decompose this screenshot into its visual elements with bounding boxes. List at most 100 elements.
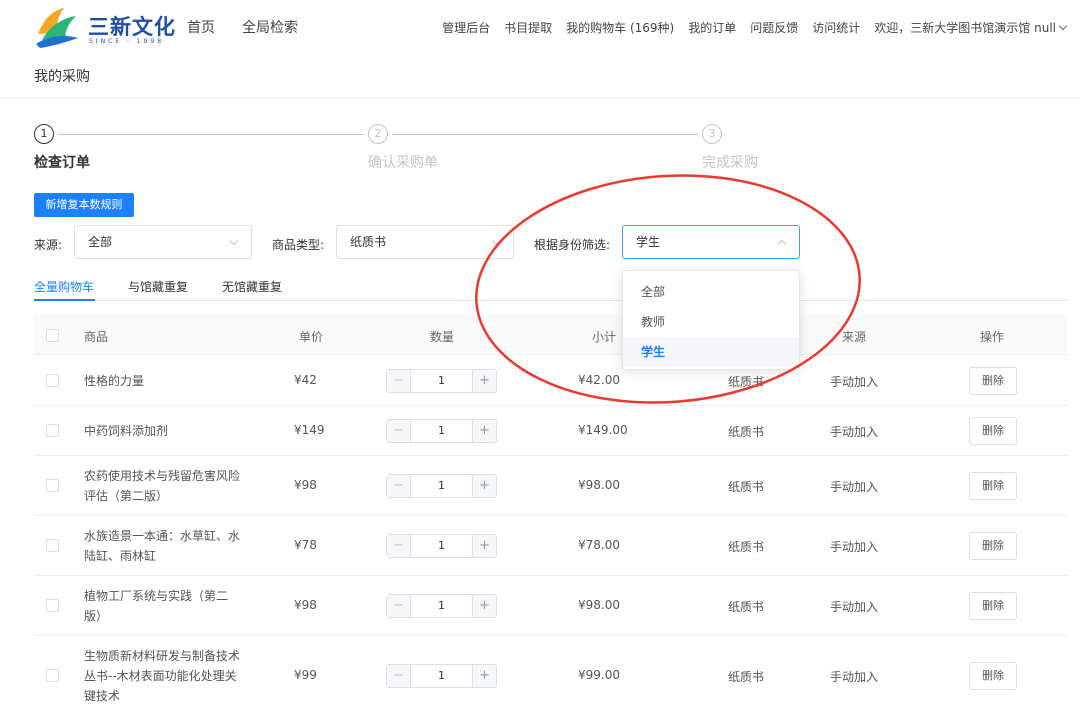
step-connector xyxy=(58,134,364,135)
identity-dropdown: 全部 教师 学生 xyxy=(622,270,800,370)
delete-button[interactable]: 删除 xyxy=(969,532,1017,560)
col-product: 商品 xyxy=(84,330,109,344)
quantity-stepper: −1 + xyxy=(386,534,497,558)
minus-icon[interactable]: − xyxy=(387,475,411,497)
type-filter-label: 商品类型: xyxy=(272,238,325,252)
top-header: 三新文化 SINCE · 1998 首页 全局检索 管理后台 书目提取 我的购物… xyxy=(0,0,1080,98)
minus-icon[interactable]: − xyxy=(387,535,411,557)
source-filter-label: 来源: xyxy=(34,238,63,252)
unit-price: ¥99 xyxy=(294,668,317,682)
quantity-value[interactable]: 1 xyxy=(411,420,472,442)
subtotal: ¥42.00 xyxy=(578,373,620,387)
row-checkbox[interactable] xyxy=(46,669,59,682)
type-select[interactable]: 纸质书 xyxy=(336,225,514,259)
table-row: 生物质新材料研发与制备技术丛书--木材表面功能化处理关键技术 ¥99 −1 + ¥99.… xyxy=(34,636,1067,715)
subtotal: ¥98.00 xyxy=(578,598,620,612)
unit-price: ¥98 xyxy=(294,478,317,492)
plus-icon[interactable]: + xyxy=(472,535,496,557)
unit-price: ¥78 xyxy=(294,538,317,552)
identity-select[interactable]: 学生 xyxy=(622,225,800,259)
tab-full-cart[interactable]: 全量购物车 xyxy=(34,278,94,295)
nav-cart[interactable]: 我的购物车 (169种) xyxy=(566,19,674,36)
plus-icon[interactable]: + xyxy=(472,475,496,497)
product-name[interactable]: 中药饲料添加剂 xyxy=(84,421,244,441)
identity-option-student[interactable]: 学生 xyxy=(623,337,799,367)
nav-global-search[interactable]: 全局检索 xyxy=(242,17,298,37)
step-2-icon: 2 xyxy=(368,124,388,144)
subtotal: ¥99.00 xyxy=(578,668,620,682)
delete-button[interactable]: 删除 xyxy=(969,417,1017,445)
quantity-stepper: −1 + xyxy=(386,594,497,618)
step-2-label: 确认采购单 xyxy=(368,155,438,171)
quantity-value[interactable]: 1 xyxy=(411,665,472,687)
col-quantity: 数量 xyxy=(430,330,455,344)
minus-icon[interactable]: − xyxy=(387,595,411,617)
delete-button[interactable]: 删除 xyxy=(969,592,1017,620)
quantity-value[interactable]: 1 xyxy=(411,475,472,497)
brand-name: 三新文化 xyxy=(88,15,176,39)
row-checkbox[interactable] xyxy=(46,424,59,437)
col-subtotal: 小计 xyxy=(592,330,617,344)
product-name[interactable]: 农药使用技术与残留危害风险评估（第二版） xyxy=(84,466,244,506)
delete-button[interactable]: 删除 xyxy=(969,472,1017,500)
quantity-stepper: −1 + xyxy=(386,369,497,393)
row-checkbox[interactable] xyxy=(46,479,59,492)
row-checkbox[interactable] xyxy=(46,539,59,552)
tab-divider xyxy=(34,300,1067,301)
chevron-down-icon xyxy=(491,236,501,246)
plus-icon[interactable]: + xyxy=(472,420,496,442)
col-source: 来源 xyxy=(842,330,867,344)
delete-button[interactable]: 删除 xyxy=(969,367,1017,395)
nav-visit-stats[interactable]: 访问统计 xyxy=(812,19,860,36)
step-1-icon: 1 xyxy=(34,124,54,144)
chevron-down-icon xyxy=(229,236,239,246)
user-menu[interactable]: 欢迎，三新大学图书馆演示馆 null xyxy=(874,19,1068,36)
identity-option-teacher[interactable]: 教师 xyxy=(623,307,799,337)
quantity-value[interactable]: 1 xyxy=(411,535,472,557)
select-all-checkbox[interactable] xyxy=(46,329,59,342)
nav-my-orders[interactable]: 我的订单 xyxy=(688,19,736,36)
col-price: 单价 xyxy=(299,330,324,344)
identity-select-value: 学生 xyxy=(636,235,661,249)
plus-icon[interactable]: + xyxy=(472,595,496,617)
chevron-up-icon xyxy=(777,239,787,249)
table-row: 性格的力量 ¥42 −1 + ¥42.00 纸质书 手动加入 删除 xyxy=(34,356,1067,406)
quantity-value[interactable]: 1 xyxy=(411,595,472,617)
plus-icon[interactable]: + xyxy=(472,370,496,392)
minus-icon[interactable]: − xyxy=(387,665,411,687)
unit-price: ¥42 xyxy=(294,373,317,387)
step-3-label: 完成采购 xyxy=(702,155,758,171)
tab-no-collection-duplicate[interactable]: 无馆藏重复 xyxy=(222,278,282,295)
add-copy-rule-button[interactable]: 新增复本数规则 xyxy=(34,193,134,217)
product-type: 纸质书 xyxy=(728,670,765,684)
type-select-value: 纸质书 xyxy=(350,235,387,249)
delete-button[interactable]: 删除 xyxy=(969,662,1017,690)
nav-home[interactable]: 首页 xyxy=(187,17,215,37)
active-tab-indicator xyxy=(34,299,95,301)
chevron-down-icon xyxy=(1058,21,1068,31)
plus-icon[interactable]: + xyxy=(472,665,496,687)
tab-duplicate-with-collection[interactable]: 与馆藏重复 xyxy=(128,278,188,295)
quantity-value[interactable]: 1 xyxy=(411,370,472,392)
product-name[interactable]: 植物工厂系统与实践（第二版） xyxy=(84,586,244,626)
nav-feedback[interactable]: 问题反馈 xyxy=(750,19,798,36)
step-3-icon: 3 xyxy=(702,124,722,144)
product-type: 纸质书 xyxy=(728,375,765,389)
source: 手动加入 xyxy=(830,375,879,389)
minus-icon[interactable]: − xyxy=(387,370,411,392)
logo-icon xyxy=(36,8,78,48)
source-select[interactable]: 全部 xyxy=(74,225,252,259)
unit-price: ¥98 xyxy=(294,598,317,612)
minus-icon[interactable]: − xyxy=(387,420,411,442)
brand-tagline: SINCE · 1998 xyxy=(89,38,165,45)
quantity-stepper: −1 + xyxy=(386,474,497,498)
product-name[interactable]: 生物质新材料研发与制备技术丛书--木材表面功能化处理关键技术 xyxy=(84,646,244,706)
row-checkbox[interactable] xyxy=(46,599,59,612)
nav-catalog-extract[interactable]: 书目提取 xyxy=(504,19,552,36)
product-name[interactable]: 性格的力量 xyxy=(84,371,244,391)
table-row: 植物工厂系统与实践（第二版） ¥98 −1 + ¥98.00 纸质书 手动加入 删除 xyxy=(34,576,1067,636)
identity-option-all[interactable]: 全部 xyxy=(623,277,799,307)
row-checkbox[interactable] xyxy=(46,374,59,387)
nav-admin[interactable]: 管理后台 xyxy=(442,19,490,36)
product-name[interactable]: 水族造景一本通：水草缸、水陆缸、雨林缸 xyxy=(84,526,244,566)
